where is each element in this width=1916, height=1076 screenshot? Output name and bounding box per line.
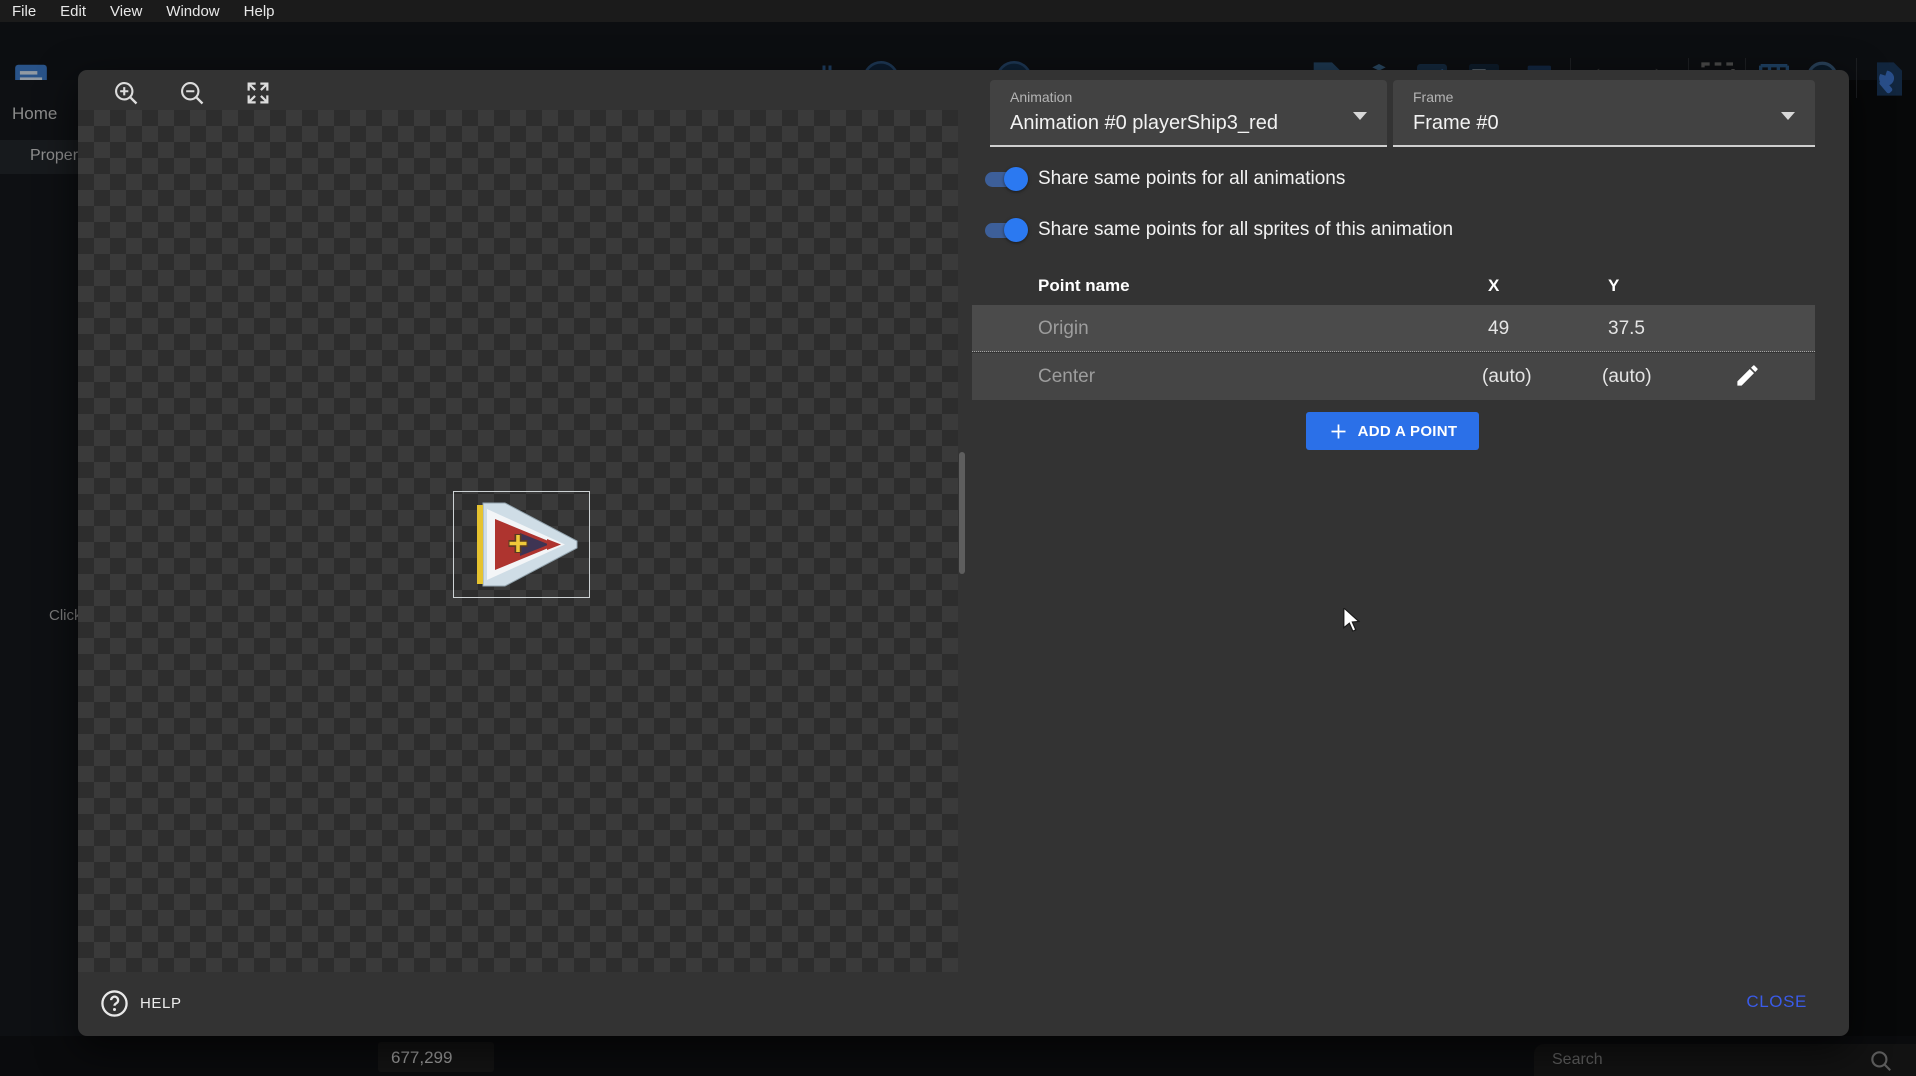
points-table-header-x: X (1488, 276, 1499, 296)
toggle-thumb (1004, 167, 1028, 191)
edit-pencil-icon[interactable] (1734, 362, 1761, 389)
share-points-all-sprites-label: Share same points for all sprites of thi… (1038, 219, 1453, 241)
fit-view-icon[interactable] (244, 79, 272, 107)
sprite-selection-box[interactable] (453, 491, 590, 598)
chevron-down-icon (1353, 112, 1367, 120)
menu-bar: File Edit View Window Help (0, 0, 1916, 22)
point-name: Origin (1038, 318, 1089, 340)
point-row-center[interactable]: Center (auto) (auto) (972, 353, 1815, 400)
point-y-value: 37.5 (1608, 318, 1645, 340)
point-name: Center (1038, 366, 1095, 388)
point-y-value: (auto) (1602, 366, 1652, 388)
points-table-header-y: Y (1608, 276, 1619, 296)
share-points-all-sprites-toggle[interactable] (982, 217, 1028, 243)
frame-select-label: Frame (1413, 89, 1453, 105)
sprite-preview-canvas[interactable] (78, 70, 958, 972)
frame-select[interactable]: Frame Frame #0 (1393, 80, 1815, 147)
point-x-value: (auto) (1482, 366, 1532, 388)
point-row-origin[interactable]: Origin 49 37.5 (972, 305, 1815, 352)
zoom-in-icon[interactable] (112, 79, 140, 107)
chevron-down-icon (1781, 112, 1795, 120)
close-button[interactable]: CLOSE (1746, 992, 1807, 1012)
help-button[interactable]: HELP (100, 989, 182, 1018)
edit-points-dialog: Animation Animation #0 playerShip3_red F… (78, 70, 1849, 1036)
mouse-cursor (1341, 608, 1361, 634)
menu-edit[interactable]: Edit (60, 3, 86, 20)
animation-select[interactable]: Animation Animation #0 playerShip3_red (990, 80, 1387, 147)
menu-help[interactable]: Help (244, 3, 275, 20)
points-table-header-name: Point name (1038, 276, 1130, 296)
menu-view[interactable]: View (110, 3, 142, 20)
share-points-all-animations-label: Share same points for all animations (1038, 168, 1345, 190)
share-points-all-animations-toggle[interactable] (982, 166, 1028, 192)
toggle-thumb (1004, 218, 1028, 242)
menu-file[interactable]: File (12, 3, 36, 20)
point-x-value: 49 (1488, 318, 1509, 340)
animation-select-value: Animation #0 playerShip3_red (1010, 112, 1278, 135)
player-ship-sprite (463, 501, 581, 589)
add-point-button[interactable]: ADD A POINT (1306, 412, 1479, 450)
plus-icon (1328, 421, 1349, 442)
dialog-bottom-bar: HELP CLOSE (78, 972, 1849, 1036)
frame-select-value: Frame #0 (1413, 112, 1499, 135)
help-icon (100, 989, 129, 1018)
menu-window[interactable]: Window (166, 3, 219, 20)
animation-select-label: Animation (1010, 89, 1072, 105)
canvas-scrollbar[interactable] (959, 452, 965, 574)
zoom-out-icon[interactable] (178, 79, 206, 107)
